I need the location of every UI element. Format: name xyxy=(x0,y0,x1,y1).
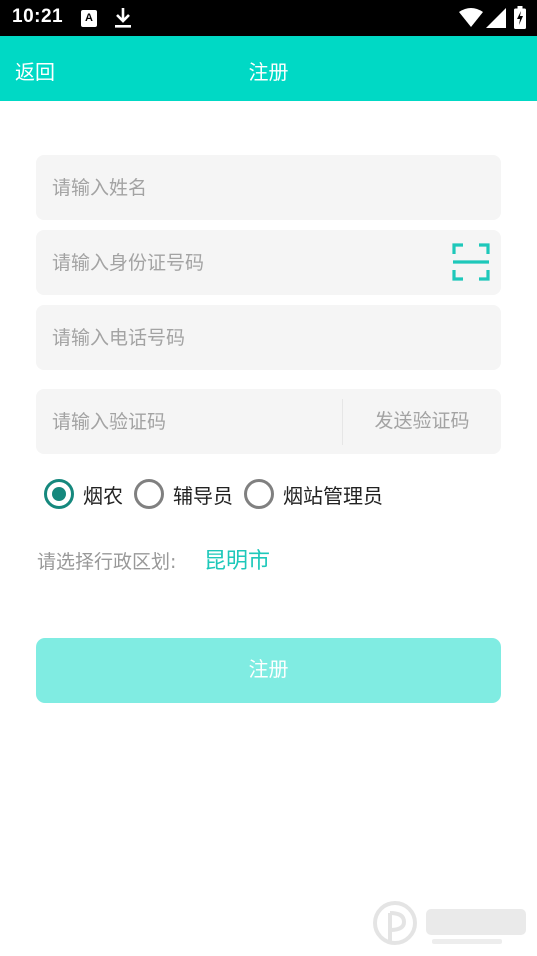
phone-field-container xyxy=(36,305,501,370)
region-label: 请选择行政区划: xyxy=(37,551,177,573)
a-letter-icon: A xyxy=(81,10,97,27)
status-bar: 10:21 A xyxy=(0,0,537,36)
role-label: 辅导员 xyxy=(173,483,233,508)
name-field-container xyxy=(36,155,501,220)
region-selector[interactable]: 昆明市 xyxy=(204,543,270,575)
role-option-tobacco-farmer[interactable]: 烟农 xyxy=(44,477,123,511)
register-button[interactable]: 注册 xyxy=(36,638,501,703)
signal-icon xyxy=(486,8,506,28)
verification-code-input[interactable] xyxy=(36,389,342,454)
role-label: 烟农 xyxy=(83,483,123,508)
status-time: 10:21 xyxy=(12,6,64,27)
download-icon xyxy=(115,8,131,28)
app-bar: 注册 返回 xyxy=(0,36,537,101)
phone-input[interactable] xyxy=(36,305,501,370)
role-option-counselor[interactable]: 辅导员 xyxy=(134,477,233,511)
name-input[interactable] xyxy=(36,155,501,220)
id-field-container xyxy=(36,230,501,295)
id-number-input[interactable] xyxy=(36,230,436,295)
page-title: 注册 xyxy=(248,60,289,84)
code-field-container: 发送验证码 xyxy=(36,389,501,454)
radio-unchecked-icon[interactable] xyxy=(244,479,274,509)
battery-charging-icon xyxy=(514,6,526,29)
watermark-logo xyxy=(373,901,526,945)
role-label: 烟站管理员 xyxy=(283,483,383,508)
radio-checked-icon[interactable] xyxy=(44,479,74,509)
scan-icon[interactable] xyxy=(452,243,490,281)
back-button[interactable]: 返回 xyxy=(15,56,55,85)
role-option-station-manager[interactable]: 烟站管理员 xyxy=(244,477,383,511)
radio-unchecked-icon[interactable] xyxy=(134,479,164,509)
send-code-button[interactable]: 发送验证码 xyxy=(343,389,501,454)
wifi-icon xyxy=(459,8,483,27)
